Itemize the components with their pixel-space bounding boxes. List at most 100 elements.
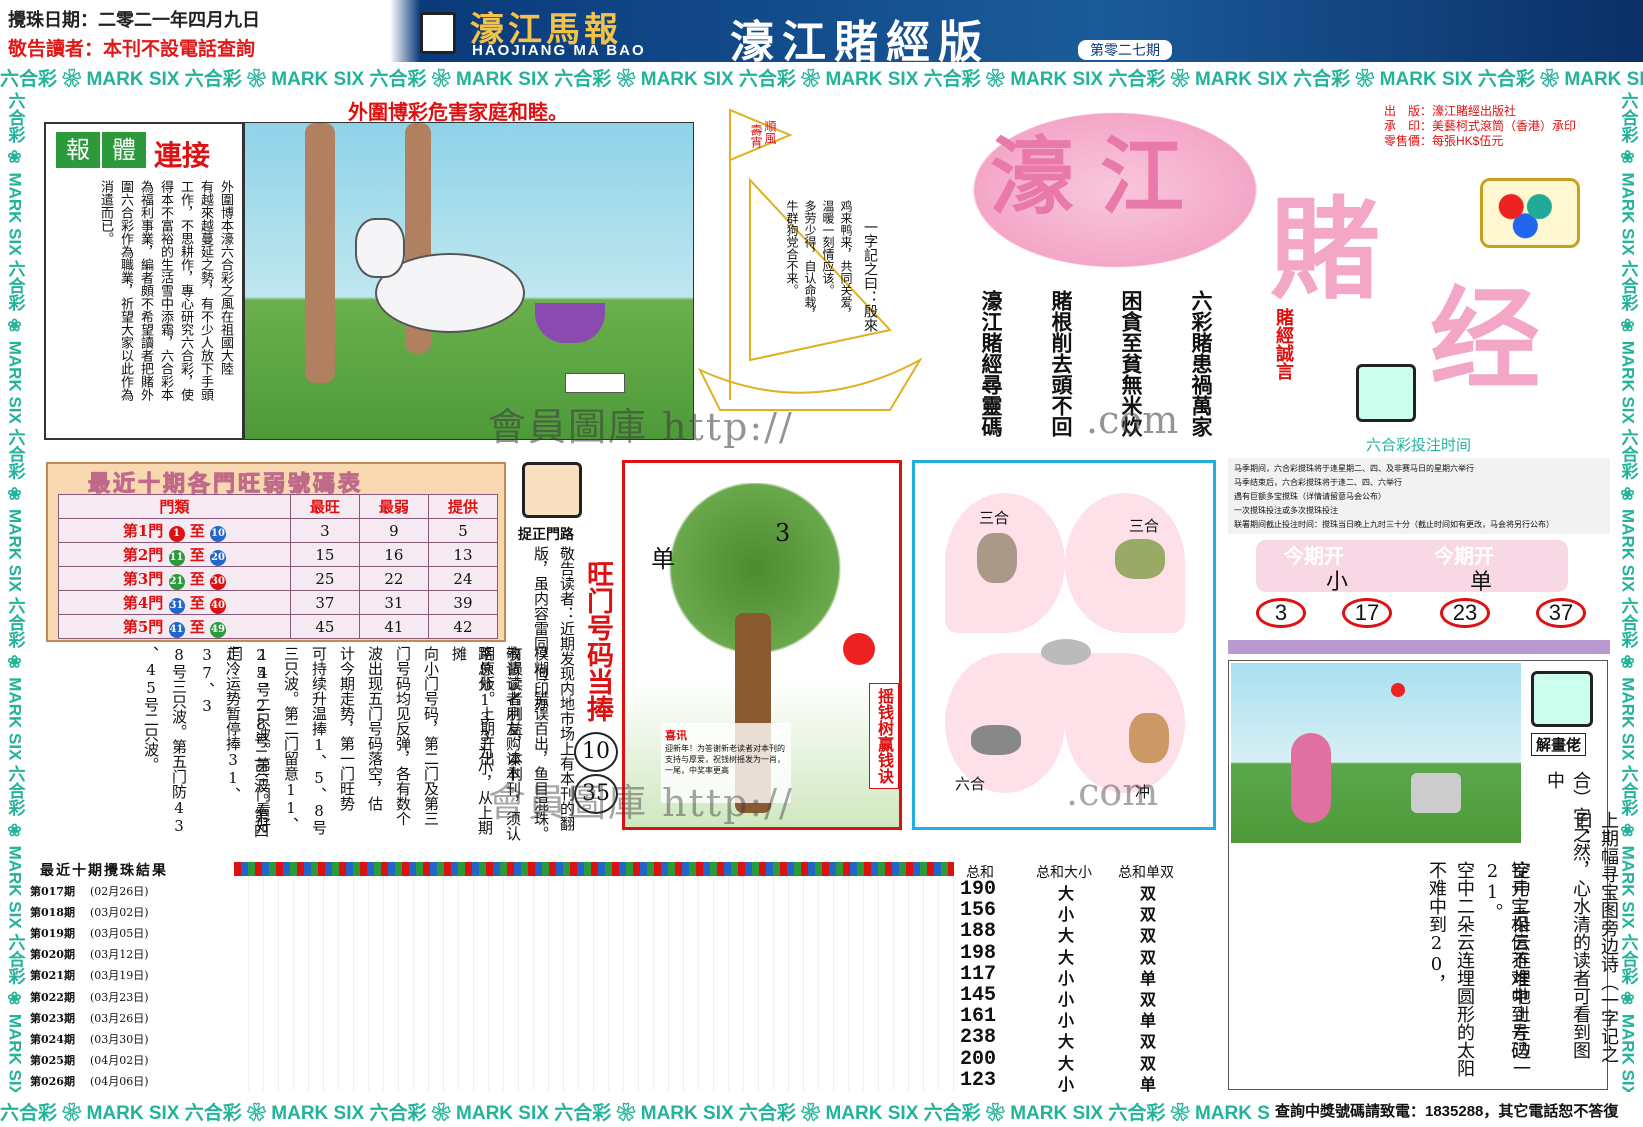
article-col: 计今期走势，第一门旺势 [338, 646, 356, 811]
table-row: 第3門 21 至 30 25 22 24 [58, 566, 499, 591]
dragon-icon [1115, 539, 1165, 579]
lianjie-col4: 得本不富裕的生活雪中添霜，六合彩本 [158, 180, 173, 401]
sum-value: 200 [960, 1047, 997, 1071]
issue-date: (03月30日) [90, 1032, 149, 1046]
sail-col4: 多劳少得，自认命栽， [803, 200, 817, 320]
tree-num: 3 [775, 519, 791, 547]
tree-trunk [305, 123, 335, 383]
cell: 42 [427, 614, 499, 639]
cell: 3 [289, 518, 360, 543]
issue-date: (03月02日) [90, 905, 149, 919]
ball: 20 [210, 549, 226, 566]
men-header: 最弱 [358, 494, 429, 519]
key-icon [522, 462, 582, 518]
notice: 敬告讀者：本刊不設電話查詢 [8, 38, 256, 60]
men-table: 門類 最旺 最弱 提供 第1門 1 至 10 3 9 5 第2門 11 至 20 15 1… [58, 494, 499, 639]
schedule-box: 马季期间，六合彩搅珠将于逢星期二、四、及非赛马日的星期六举行 马季结束后，六合彩… [1228, 458, 1610, 534]
ball: 40 [210, 597, 226, 614]
issue-number: 37 [1536, 598, 1586, 628]
ball-header [234, 862, 954, 876]
issue-no: 第023期 [30, 1011, 75, 1025]
lianjie-col3: 工作，不思耕作，專心研究六合彩，使 [178, 180, 193, 401]
zhuozheng-n1: 10 [574, 732, 618, 772]
sum-value: 145 [960, 984, 997, 1007]
article-col: 可持续升温捧1、5、8号 [310, 646, 328, 835]
zhi: 至 [189, 545, 205, 564]
article-col: 波出现五门号码落空，估 [366, 646, 384, 811]
sum-value: 188 [960, 920, 997, 944]
zhi: 至 [189, 593, 205, 612]
issue-date: (04月06日) [90, 1075, 149, 1089]
footer-note: 查詢中獎號碼請致電：1835288，其它電話恕不答復 [1275, 1103, 1619, 1120]
schedule-item: 马季结束后，六合彩搅珠将于逢二、四、六举行 [1234, 478, 1402, 487]
banner-top: 六合彩 ❀ MARK SIX 六合彩 ❀ MARK SIX 六合彩 ❀ MARK… [0, 64, 1643, 90]
men-name: 第4門 [122, 593, 164, 612]
banner-bottom: 六合彩 ❀ MARK SIX 六合彩 ❀ MARK SIX 六合彩 ❀ MARK… [0, 1098, 1270, 1124]
issue-no: 第017期 [30, 884, 75, 898]
men-header: 提供 [427, 494, 499, 519]
sail-flag2: 壽宵 [749, 124, 763, 148]
poem-col3: 賭根削去頭不回 [1049, 290, 1074, 437]
zodiac-tl: 三合 [979, 509, 1010, 527]
sail-col2: 鸡来鸭来，共同关爱， [839, 200, 853, 320]
issue-date: (03月12日) [90, 948, 149, 962]
men-name: 第3門 [122, 569, 164, 588]
tag-ti: 體 [102, 132, 146, 168]
cell: 9 [358, 518, 429, 543]
issue-num-3: 23 [1440, 598, 1490, 628]
results-title: 最近十期攪珠結果 [40, 863, 168, 879]
jie-box: 解畫佬 上期幅寻宝图旁边诗（一字记之曰： 合）字之然，心水清的读者可看到图中 空… [1228, 660, 1619, 1090]
ball: 21 [168, 573, 185, 590]
article-col: 三只波。第二门留意11、 [282, 646, 300, 832]
cell: 16 [358, 542, 429, 567]
article-col: 向小门号码，第二门及第三 [422, 646, 440, 826]
issue-no: 第024期 [30, 1032, 75, 1046]
issue-value-oe: 单 [1470, 570, 1493, 595]
horse-head [355, 218, 405, 278]
issue-number: 3 [1256, 598, 1306, 628]
jie-col: 空中二朵云连埋圆形的太阳 [1454, 861, 1475, 1077]
issue-num-1: 3 [1256, 598, 1306, 628]
issue-date: (03月05日) [90, 926, 149, 940]
well-icon [1411, 773, 1461, 813]
issue-date: (03月19日) [90, 969, 149, 983]
sum-value: 198 [960, 941, 997, 965]
men-name: 第1門 [122, 521, 164, 540]
sum-value: 123 [960, 1068, 997, 1092]
col-size-header: 总和大小 [1036, 865, 1092, 881]
issue-date: (03月23日) [90, 990, 149, 1004]
zodiac-tr: 三合 [1129, 517, 1160, 535]
issue-no: 第026期 [30, 1075, 75, 1089]
issue-no: 第025期 [30, 1054, 75, 1068]
petal [945, 653, 1065, 793]
horse-icon [1129, 713, 1169, 763]
tag-bao: 報 [56, 132, 100, 168]
top-slogan: 外圍博彩危害家庭和睦。 [348, 100, 568, 124]
logo-char-jing: 经 [1430, 275, 1540, 404]
zhi: 至 [189, 617, 205, 636]
cell: 5 [427, 518, 499, 543]
sum-value: 117 [960, 962, 997, 986]
sum-value: 238 [960, 1026, 997, 1050]
table-row: 第021期 (03月19日) [30, 965, 930, 986]
cell: 24 [427, 566, 499, 591]
cell: 31 [358, 590, 429, 615]
cell: 22 [358, 566, 429, 591]
schedule-item: 一次搅珠投注或多次搅珠投注 [1234, 506, 1338, 515]
jie-label: 解畫佬 [1531, 733, 1587, 756]
issue-date: (04月02日) [90, 1054, 149, 1068]
issue-no: 第020期 [30, 948, 75, 962]
cell: 13 [427, 542, 499, 567]
tree-dan: 单 [651, 545, 675, 573]
issue-date: (03月26日) [90, 1011, 149, 1025]
table-row: 第022期 (03月23日) [30, 986, 930, 1007]
article-col: 走冷运势暂停捧31、37、3 [198, 646, 242, 802]
ball: 10 [210, 525, 226, 542]
logo-char-jiang: 江 [1100, 127, 1185, 226]
watermark: .com [1086, 398, 1179, 442]
table-row: 第026期 (04月06日) [30, 1071, 930, 1092]
table-row: 第018期 (03月02日) [30, 901, 930, 922]
schedule-item: 联署期间截止投注时间：搅珠当日晚上九时三十分（截止时间如有更改，马会将另行公布） [1234, 520, 1554, 529]
jie-col: 合）字之然，心水清的读者可看到图中 [1544, 771, 1591, 1059]
cell: 25 [289, 566, 360, 591]
